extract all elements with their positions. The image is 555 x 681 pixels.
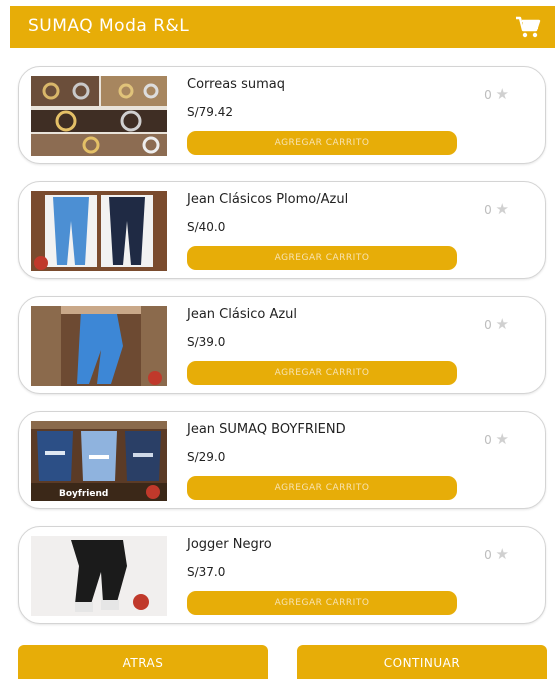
- app-bar: SUMAQ Moda R&L: [10, 6, 555, 48]
- product-image: [31, 191, 167, 271]
- product-name: Jean SUMAQ BOYFRIEND: [187, 422, 346, 437]
- product-card[interactable]: Jean Clásico Azul S/39.0 AGREGAR CARRITO…: [18, 296, 546, 394]
- product-price: S/37.0: [187, 565, 226, 579]
- add-to-cart-button[interactable]: AGREGAR CARRITO: [187, 591, 457, 615]
- product-rating[interactable]: 0 ★: [484, 545, 509, 563]
- continue-button[interactable]: CONTINUAR: [297, 645, 547, 679]
- product-rating[interactable]: 0 ★: [484, 315, 509, 333]
- rating-count: 0: [484, 88, 492, 102]
- rating-count: 0: [484, 318, 492, 332]
- product-name: Jean Clásico Azul: [187, 307, 298, 322]
- thumb-boyfriend-label: Boyfriend: [59, 489, 108, 499]
- add-to-cart-button[interactable]: AGREGAR CARRITO: [187, 131, 457, 155]
- add-to-cart-button[interactable]: AGREGAR CARRITO: [187, 246, 457, 270]
- product-image: [31, 306, 167, 386]
- product-image: [31, 536, 167, 616]
- star-icon[interactable]: ★: [496, 200, 509, 218]
- product-name: Correas sumaq: [187, 77, 285, 92]
- product-card[interactable]: Correas sumaq S/79.42 AGREGAR CARRITO 0 …: [18, 66, 546, 164]
- rating-count: 0: [484, 548, 492, 562]
- product-price: S/39.0: [187, 335, 226, 349]
- app-title: SUMAQ Moda R&L: [28, 16, 190, 36]
- rating-count: 0: [484, 203, 492, 217]
- star-icon[interactable]: ★: [496, 315, 509, 333]
- star-icon[interactable]: ★: [496, 85, 509, 103]
- star-icon[interactable]: ★: [496, 430, 509, 448]
- product-price: S/40.0: [187, 220, 226, 234]
- product-rating[interactable]: 0 ★: [484, 85, 509, 103]
- shopping-cart-icon[interactable]: [515, 15, 541, 39]
- product-image: [31, 76, 167, 156]
- back-button[interactable]: ATRAS: [18, 645, 268, 679]
- product-card[interactable]: Boyfriend Jean SUMAQ BOYFRIEND S/29.0 AG…: [18, 411, 546, 509]
- product-image: Boyfriend: [31, 421, 167, 501]
- product-card[interactable]: Jean Clásicos Plomo/Azul S/40.0 AGREGAR …: [18, 181, 546, 279]
- product-name: Jogger Negro: [187, 537, 272, 552]
- star-icon[interactable]: ★: [496, 545, 509, 563]
- add-to-cart-button[interactable]: AGREGAR CARRITO: [187, 476, 457, 500]
- product-rating[interactable]: 0 ★: [484, 430, 509, 448]
- add-to-cart-button[interactable]: AGREGAR CARRITO: [187, 361, 457, 385]
- product-price: S/29.0: [187, 450, 226, 464]
- product-price: S/79.42: [187, 105, 234, 119]
- product-card[interactable]: Jogger Negro S/37.0 AGREGAR CARRITO 0 ★: [18, 526, 546, 624]
- product-name: Jean Clásicos Plomo/Azul: [187, 192, 349, 207]
- product-rating[interactable]: 0 ★: [484, 200, 509, 218]
- rating-count: 0: [484, 433, 492, 447]
